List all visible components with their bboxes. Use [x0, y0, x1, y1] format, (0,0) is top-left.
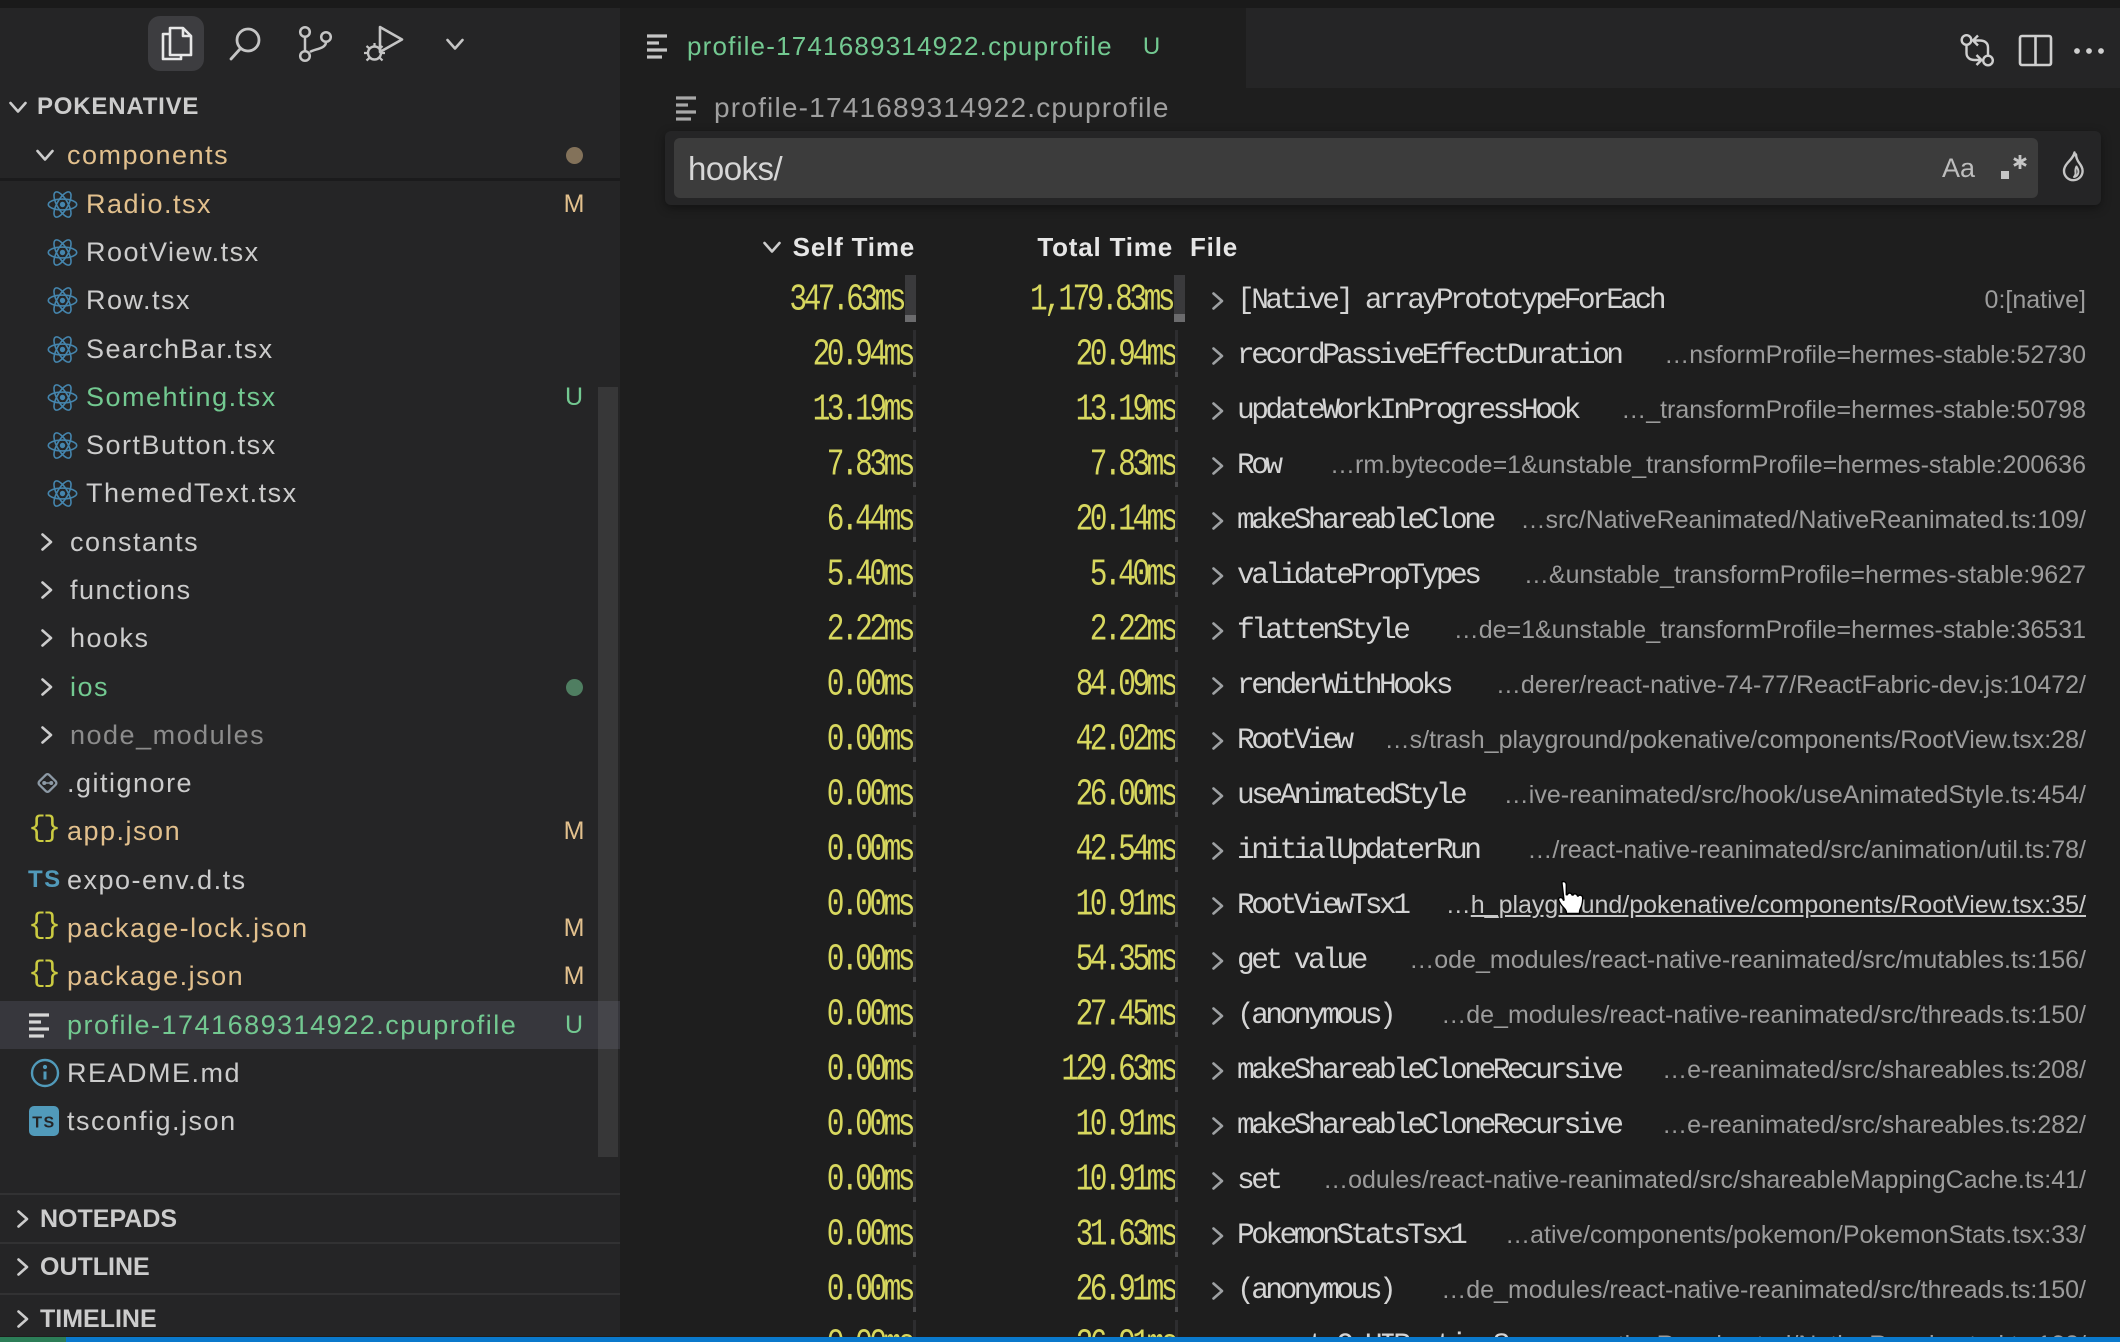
svg-text:TS: TS	[32, 1115, 55, 1132]
